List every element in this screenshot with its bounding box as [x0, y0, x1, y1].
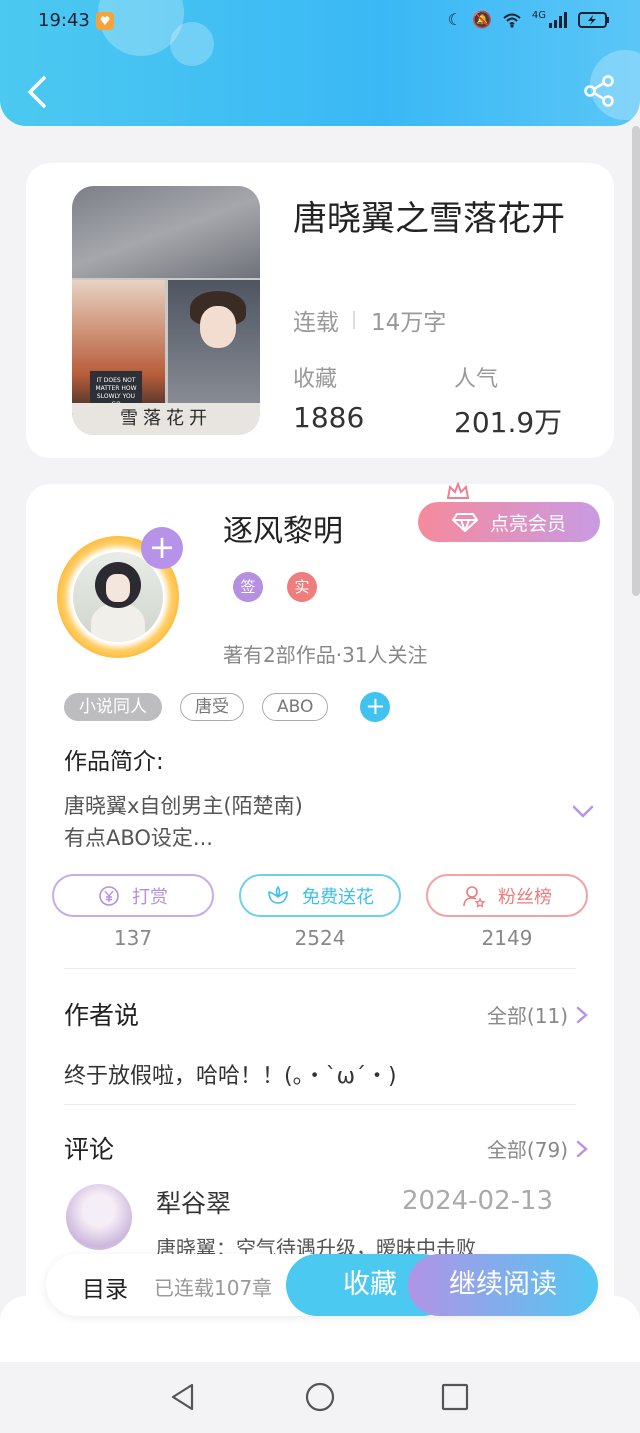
system-nav-bar — [0, 1362, 640, 1433]
tag-list: 小说同人 唐受 ABO + — [64, 692, 391, 722]
comment-username[interactable]: 犁谷翠 — [156, 1184, 231, 1220]
yen-icon — [99, 885, 119, 906]
author-card: + 逐风黎明 点亮会员 签 实 著有2部作品·31人关注 小说同人 唐受 ABO… — [26, 482, 614, 1384]
divider — [64, 1104, 576, 1105]
comment-avatar[interactable] — [66, 1184, 132, 1250]
intro-line: 唐晓翼x自创男主(陌楚南) — [64, 794, 303, 818]
book-status: 连载 — [293, 310, 339, 336]
fans-icon — [463, 885, 486, 908]
vip-button[interactable]: 点亮会员 — [418, 502, 600, 542]
book-info-card: IT DOES NOT MATTER HOW SLOWLY YOU GO 雪落花… — [26, 163, 614, 458]
continue-reading-button[interactable]: 继续阅读 — [408, 1254, 598, 1316]
book-title: 唐晓翼之雪落花开 — [293, 199, 565, 239]
popularity-label: 人气 — [454, 367, 499, 392]
follow-author-button[interactable]: + — [141, 527, 183, 569]
favorites-count: 1886 — [293, 401, 365, 434]
popularity-count: 201.9万 — [454, 406, 563, 439]
toc-button[interactable]: 目录 — [82, 1270, 128, 1304]
verified-badge: 实 — [287, 572, 317, 602]
tip-button[interactable]: 打赏 — [52, 874, 214, 917]
status-icons: ☾ 🔕 4G — [448, 10, 610, 29]
flower-count: 2524 — [294, 926, 346, 950]
author-says-all-link[interactable]: 全部(11) — [487, 1000, 588, 1029]
back-icon[interactable] — [22, 72, 54, 112]
tip-count: 137 — [113, 926, 153, 950]
cover-title: 雪落花开 — [72, 403, 260, 435]
comment-date: 2024-02-13 — [402, 1186, 554, 1216]
flower-icon — [268, 885, 288, 904]
notification-icon: ♥ — [96, 12, 114, 30]
bottom-action-bar: 目录 已连载107章 收藏 继续阅读 — [46, 1254, 598, 1316]
nav-home-icon[interactable] — [305, 1382, 335, 1412]
tag-item[interactable]: 小说同人 — [64, 693, 162, 721]
intro-line: 有点ABO设定... — [64, 826, 213, 850]
nav-back-icon[interactable] — [168, 1382, 198, 1412]
network-type: 4G — [531, 10, 546, 21]
comments-all-link[interactable]: 全部(79) — [487, 1134, 588, 1163]
tag-item[interactable]: 唐受 — [180, 693, 244, 721]
vip-button-label: 点亮会员 — [489, 512, 566, 535]
author-says-all-label: 全部(11) — [486, 1004, 568, 1028]
fans-rank-button[interactable]: 粉丝榜 — [426, 874, 588, 917]
mute-icon: 🔕 — [471, 10, 492, 29]
author-says-text[interactable]: 终于放假啦，哈哈！！(。・`ω´・) — [64, 1058, 397, 1090]
crown-icon — [446, 482, 470, 499]
comments-all-label: 全部(79) — [486, 1138, 568, 1162]
comments-title: 评论 — [64, 1135, 115, 1164]
chevron-right-icon — [576, 1006, 588, 1023]
author-stats: 著有2部作品·31人关注 — [223, 643, 428, 667]
status-bar: 19:43 ♥ ☾ 🔕 4G — [0, 0, 640, 44]
divider — [64, 968, 576, 969]
battery-icon — [578, 11, 609, 28]
status-time: 19:43 — [38, 10, 90, 31]
fans-count: 2149 — [481, 926, 533, 950]
chevron-down-icon[interactable] — [571, 804, 595, 820]
share-icon[interactable] — [582, 74, 616, 108]
moon-icon: ☾ — [447, 10, 462, 29]
header: 19:43 ♥ ☾ 🔕 4G — [0, 0, 640, 126]
send-flower-label: 免费送花 — [302, 886, 374, 908]
send-flower-button[interactable]: 免费送花 — [239, 874, 401, 917]
scrollbar[interactable] — [632, 126, 640, 596]
intro-text[interactable]: 唐晓翼x自创男主(陌楚南) 有点ABO设定... — [64, 790, 303, 854]
nav-recents-icon[interactable] — [440, 1382, 470, 1412]
signal-icon — [549, 11, 567, 28]
tip-label: 打赏 — [132, 886, 168, 908]
fans-rank-label: 粉丝榜 — [498, 886, 552, 908]
tag-item[interactable]: ABO — [262, 693, 329, 721]
chevron-right-icon — [576, 1140, 588, 1157]
chapter-count[interactable]: 已连载107章 — [154, 1272, 272, 1301]
intro-title: 作品简介: — [64, 749, 164, 775]
wifi-icon — [503, 13, 521, 28]
book-meta: 连载 14万字 — [293, 303, 446, 337]
diamond-icon — [451, 513, 478, 532]
add-tag-button[interactable]: + — [360, 692, 391, 722]
book-cover[interactable]: IT DOES NOT MATTER HOW SLOWLY YOU GO 雪落花… — [72, 186, 260, 435]
signed-badge: 签 — [233, 572, 263, 602]
author-name[interactable]: 逐风黎明 — [223, 506, 343, 550]
author-says-title: 作者说 — [64, 1001, 140, 1030]
book-word-count: 14万字 — [371, 310, 447, 336]
favorites-label: 收藏 — [293, 367, 338, 392]
